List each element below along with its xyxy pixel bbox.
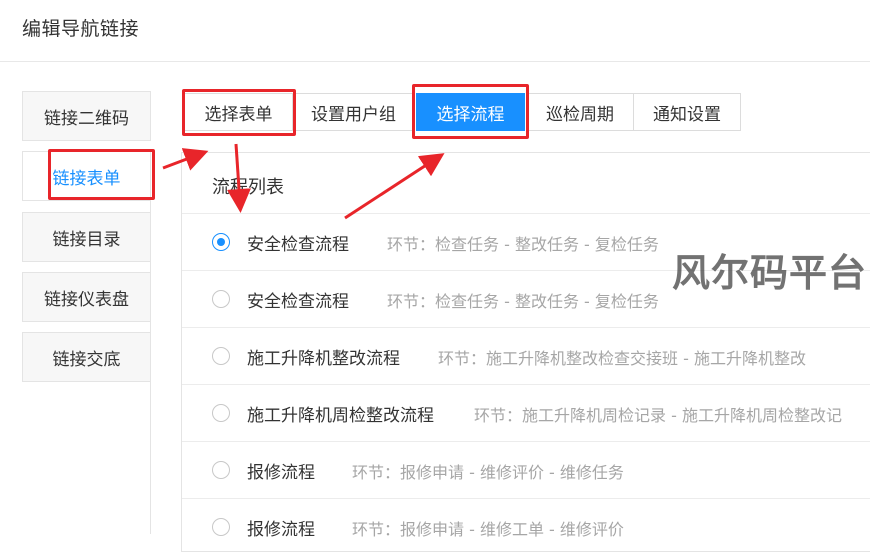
- side-tabs-border: [150, 150, 151, 534]
- flow-row[interactable]: 施工升降机整改流程 环节：施工升降机整改检查交接班 - 施工升降机整改: [182, 328, 870, 385]
- flow-name: 报修流程: [247, 520, 315, 540]
- flow-radio[interactable]: [212, 404, 230, 422]
- highlight-select-flow: [412, 84, 529, 139]
- flow-name: 施工升降机周检整改流程: [247, 406, 434, 426]
- side-tab-briefing[interactable]: 链接交底: [22, 332, 151, 382]
- flow-steps: 环节：施工升降机整改检查交接班 - 施工升降机整改: [438, 349, 806, 368]
- tab-notification-settings[interactable]: 通知设置: [633, 93, 741, 131]
- tab-inspection-cycle[interactable]: 巡检周期: [526, 93, 634, 131]
- side-tab-dashboard[interactable]: 链接仪表盘: [22, 272, 151, 322]
- flow-name: 安全检查流程: [247, 292, 349, 312]
- title-divider: [0, 61, 870, 62]
- flow-steps: 环节：报修申请 - 维修评价 - 维修任务: [352, 463, 624, 482]
- flow-steps: 环节：施工升降机周检记录 - 施工升降机周检整改记: [474, 406, 842, 425]
- panel-title: 流程列表: [212, 177, 284, 198]
- flow-row[interactable]: 施工升降机周检整改流程 环节：施工升降机周检记录 - 施工升降机周检整改记: [182, 385, 870, 442]
- flow-radio[interactable]: [212, 233, 230, 251]
- highlight-side-tab-form: [48, 149, 155, 200]
- side-tab-catalog[interactable]: 链接目录: [22, 212, 151, 262]
- flow-name: 施工升降机整改流程: [247, 349, 400, 369]
- flow-steps: 环节：报修申请 - 维修工单 - 维修评价: [352, 520, 624, 539]
- flow-row[interactable]: 报修流程 环节：报修申请 - 维修工单 - 维修评价: [182, 499, 870, 556]
- flow-name: 安全检查流程: [247, 235, 349, 255]
- tab-user-group[interactable]: 设置用户组: [293, 93, 414, 131]
- flow-name: 报修流程: [247, 463, 315, 483]
- flow-row[interactable]: 报修流程 环节：报修申请 - 维修评价 - 维修任务: [182, 442, 870, 499]
- flow-steps: 环节：检查任务 - 整改任务 - 复检任务: [387, 292, 659, 311]
- page-title: 编辑导航链接: [22, 18, 140, 40]
- side-tab-qrcode[interactable]: 链接二维码: [22, 91, 151, 141]
- flow-radio[interactable]: [212, 518, 230, 536]
- flow-radio[interactable]: [212, 290, 230, 308]
- flow-radio[interactable]: [212, 461, 230, 479]
- highlight-select-form: [182, 89, 296, 136]
- watermark: 风尔码平台: [672, 251, 868, 295]
- flow-radio[interactable]: [212, 347, 230, 365]
- flow-steps: 环节：检查任务 - 整改任务 - 复检任务: [387, 235, 659, 254]
